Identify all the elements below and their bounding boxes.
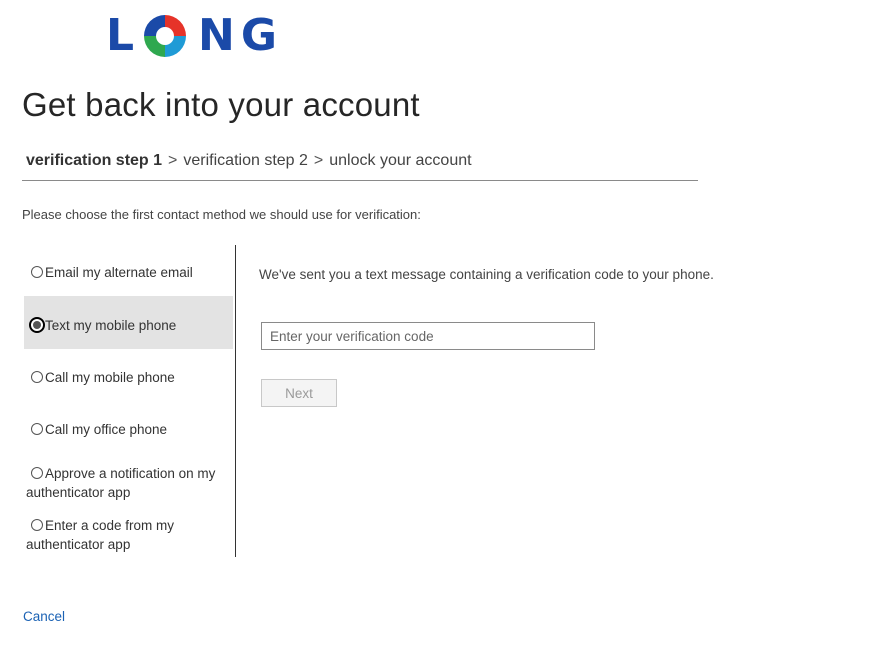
page-title: Get back into your account [22, 86, 420, 123]
logo-letter-g: G [240, 10, 277, 61]
logo-letter-n: N [198, 10, 235, 61]
next-button[interactable]: Next [261, 379, 337, 407]
contact-method-list: Email my alternate email Text my mobile … [24, 245, 236, 557]
radio-button[interactable] [31, 519, 43, 531]
breadcrumb-step-2: verification step 2 [183, 152, 308, 169]
option-label-line-2: authenticator app [26, 485, 131, 500]
breadcrumb: verification step 1 > verification step … [22, 142, 698, 181]
sent-code-message: We've sent you a text message containing… [259, 267, 714, 282]
verification-code-input[interactable] [261, 322, 595, 350]
option-label: Enter a code from my [45, 518, 175, 533]
option-label-line-2: authenticator app [26, 537, 131, 552]
option-call-office[interactable]: Call my office phone [24, 422, 233, 444]
option-email-alternate[interactable]: Email my alternate email [24, 265, 233, 287]
breadcrumb-separator: > [168, 152, 178, 169]
instruction-text: Please choose the first contact method w… [22, 207, 421, 222]
option-text-mobile[interactable]: Text my mobile phone [24, 296, 233, 349]
breadcrumb-separator: > [313, 152, 324, 169]
cancel-link[interactable]: Cancel [23, 609, 65, 624]
option-call-mobile[interactable]: Call my mobile phone [24, 370, 233, 392]
option-approve-notification[interactable]: Approve a notification on my authenticat… [24, 464, 233, 504]
logo-swirl-icon [144, 15, 187, 57]
option-label: Approve a notification on my [45, 466, 216, 481]
breadcrumb-step-3: unlock your account [329, 152, 472, 169]
option-label: Call my mobile phone [45, 370, 175, 385]
logo-letter-l: L [106, 10, 135, 61]
option-label: Email my alternate email [45, 265, 193, 280]
radio-button[interactable] [31, 266, 43, 278]
radio-button-selected[interactable] [29, 317, 45, 333]
option-label: Call my office phone [45, 422, 168, 437]
radio-button[interactable] [31, 423, 43, 435]
company-logo: L N G [106, 12, 277, 60]
option-label: Text my mobile phone [45, 318, 177, 333]
breadcrumb-step-1: verification step 1 [26, 152, 163, 169]
radio-button[interactable] [31, 371, 43, 383]
option-enter-code[interactable]: Enter a code from my authenticator app [24, 516, 233, 556]
radio-button[interactable] [31, 467, 43, 479]
page: L N G Get back into your account verific… [0, 0, 894, 660]
